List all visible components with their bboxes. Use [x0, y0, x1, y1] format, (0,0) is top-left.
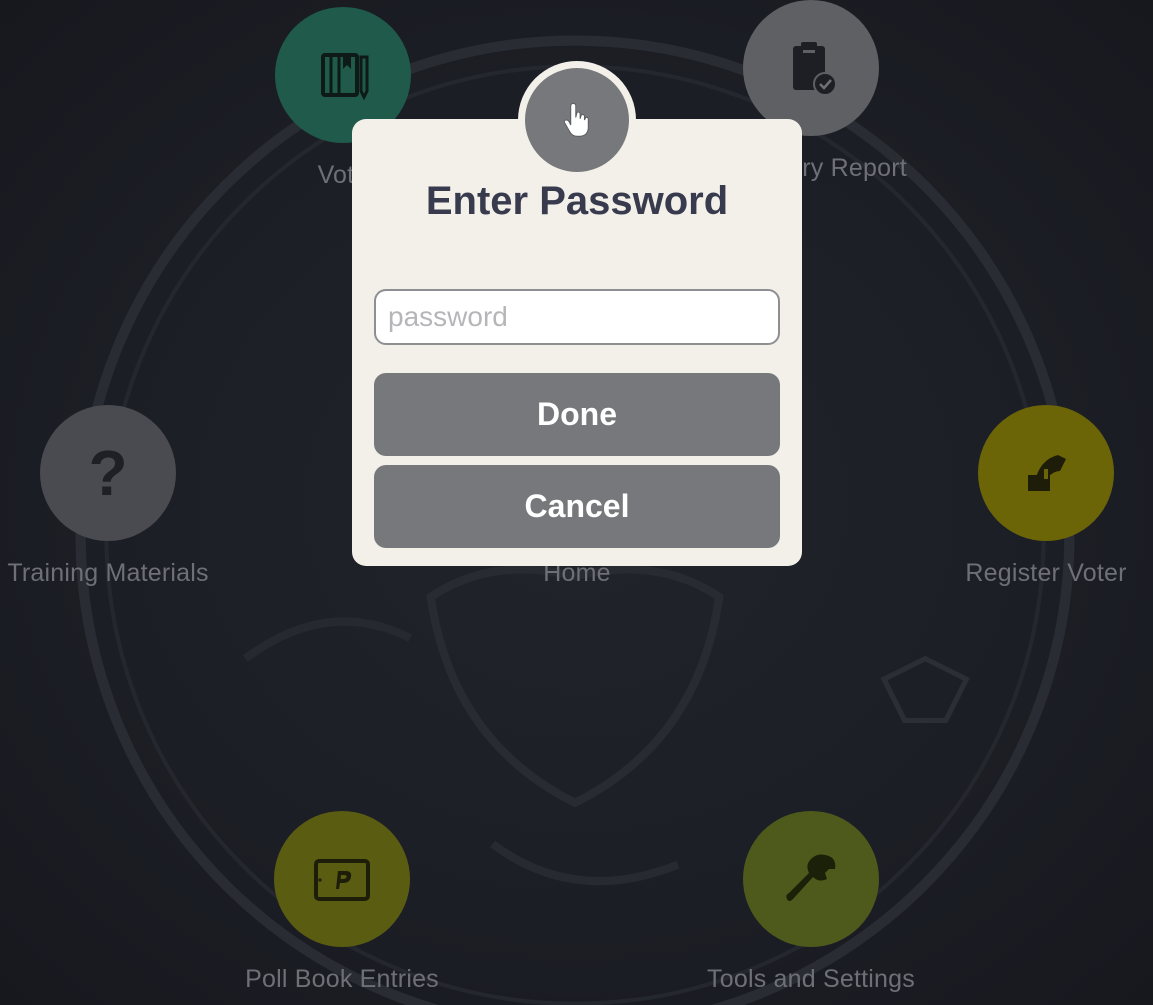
- poll-book-entries-circle[interactable]: [274, 811, 410, 947]
- question-mark-icon: ?: [88, 437, 128, 509]
- hand-pointer-icon: [563, 102, 589, 137]
- register-voter-tile[interactable]: Register Voter: [958, 405, 1134, 588]
- training-materials-label: Training Materials: [7, 559, 209, 587]
- dialog-title: Enter Password: [425, 179, 729, 223]
- poll-book-entries-tile[interactable]: Poll Book Entries: [240, 811, 444, 994]
- poll-book-entries-label: Poll Book Entries: [245, 965, 439, 993]
- password-dialog: Enter Password Done Cancel: [352, 61, 802, 566]
- tablet-p-icon: [314, 859, 370, 901]
- password-input[interactable]: [374, 289, 780, 345]
- dialog-icon-frame: [518, 61, 636, 179]
- training-materials-tile[interactable]: ? Training Materials: [0, 405, 216, 588]
- tools-settings-tile[interactable]: Tools and Settings: [700, 811, 922, 994]
- clipboard-check-icon: [793, 42, 837, 96]
- done-button[interactable]: Done: [374, 373, 780, 456]
- cancel-button[interactable]: Cancel: [374, 465, 780, 548]
- dialog-icon-circle: [525, 68, 629, 172]
- register-voter-circle[interactable]: [978, 405, 1114, 541]
- wrench-icon: [786, 854, 836, 901]
- summary-report-circle[interactable]: [743, 0, 879, 136]
- home-screen: Vote Summary Report ? Training Materials…: [0, 0, 1153, 1005]
- register-voter-label: Register Voter: [965, 559, 1127, 587]
- training-materials-circle[interactable]: ?: [40, 405, 176, 541]
- book-pen-icon: [321, 53, 369, 101]
- tools-settings-label: Tools and Settings: [707, 965, 915, 993]
- tools-settings-circle[interactable]: [743, 811, 879, 947]
- hand-ballot-icon: [1028, 455, 1066, 491]
